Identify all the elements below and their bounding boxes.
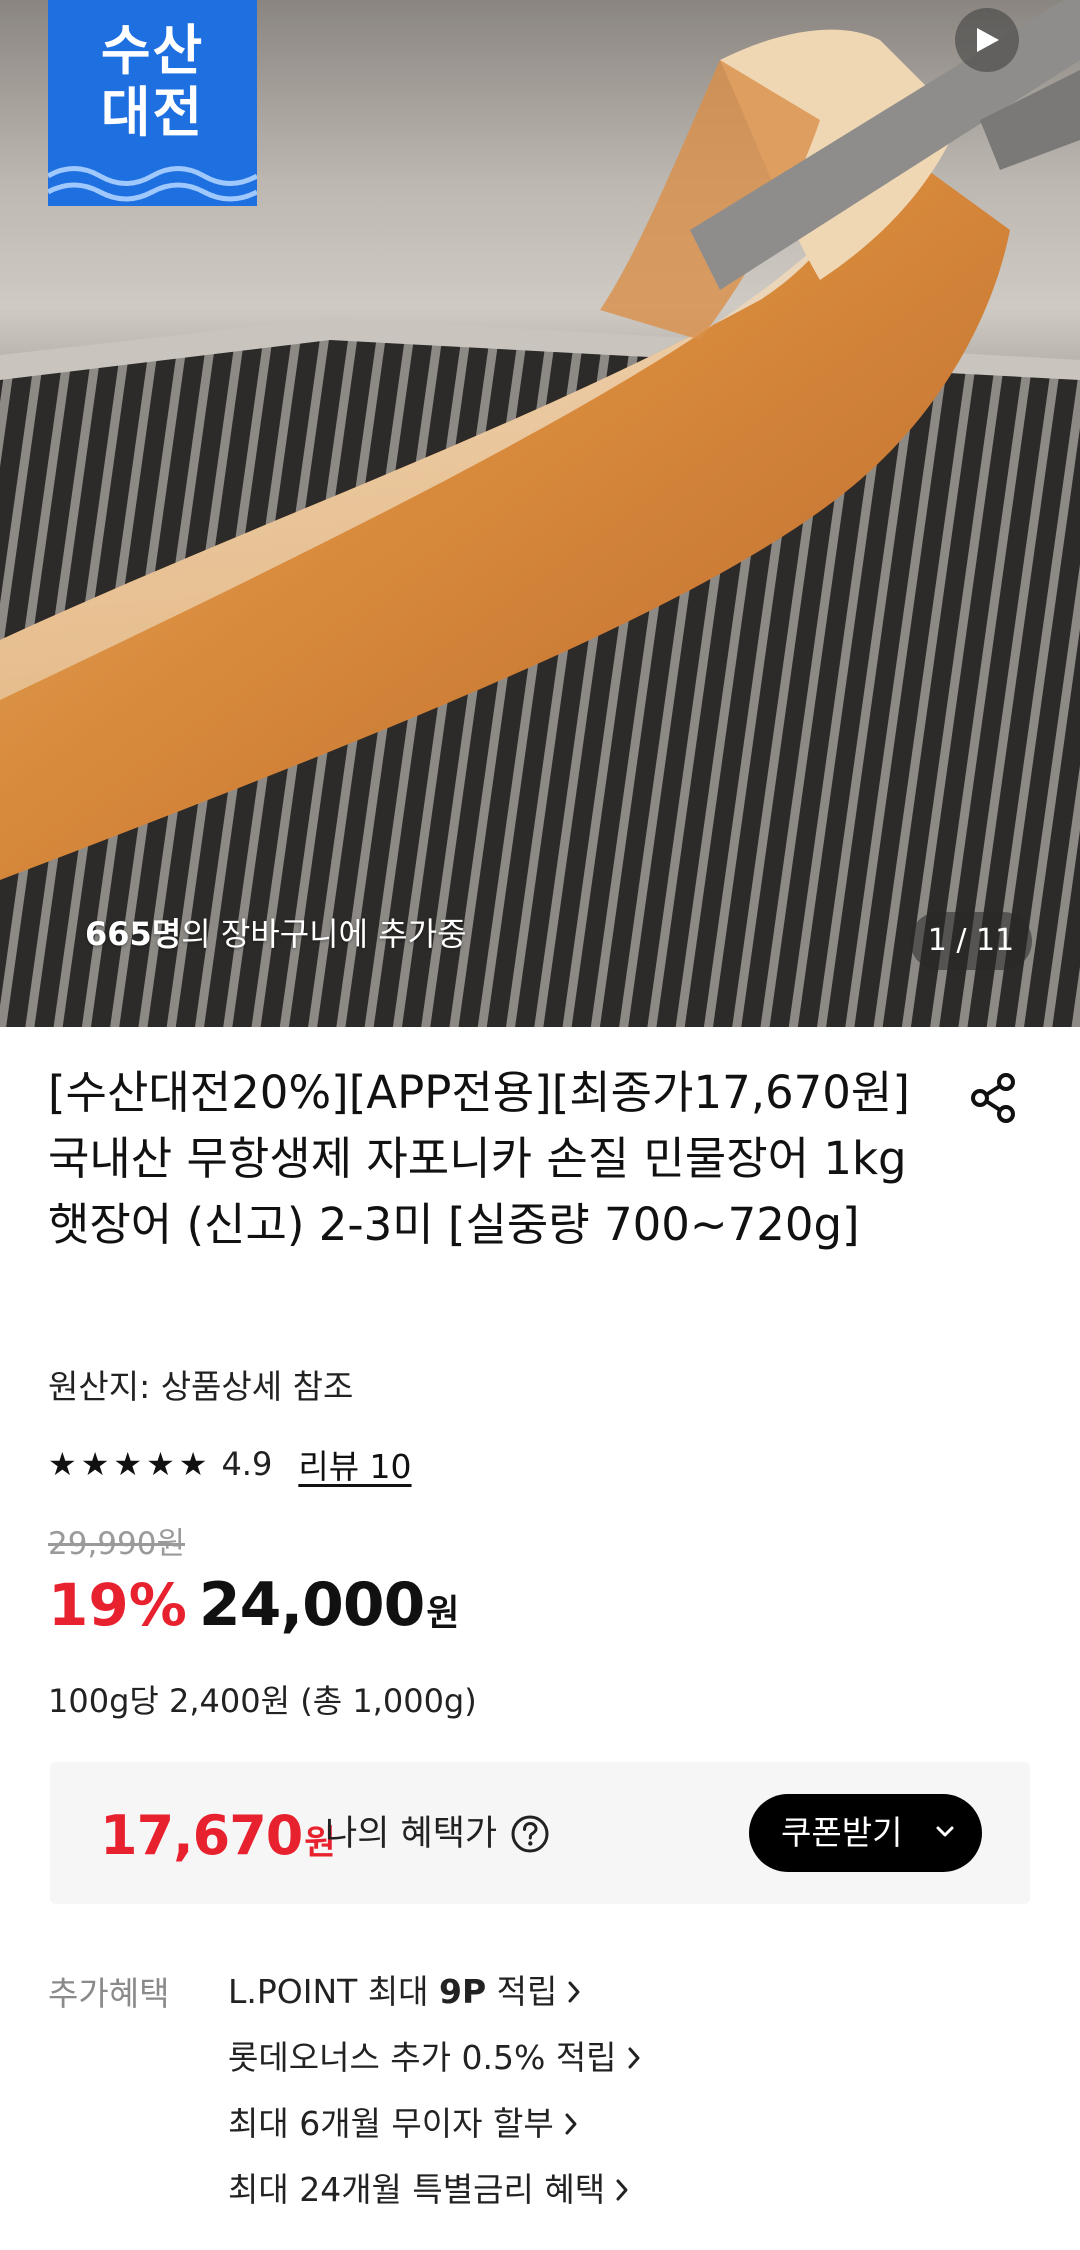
star-icon: ★: [48, 1445, 77, 1483]
play-icon: [977, 28, 999, 52]
share-icon[interactable]: [964, 1068, 1024, 1128]
unit-price: 100g당 2,400원 (총 1,000g): [48, 1682, 477, 1720]
price-row: 19% 24,000 원: [48, 1570, 460, 1640]
star-icon: ★: [80, 1445, 110, 1483]
extra-benefit-text: 적립: [486, 1972, 558, 2011]
chevron-right-icon: [568, 1981, 580, 2003]
chevron-right-icon: [616, 2179, 628, 2201]
extra-benefit-special-rate[interactable]: 최대 24개월 특별금리 혜택: [228, 2168, 641, 2234]
video-play-button[interactable]: [955, 8, 1019, 72]
discount-rate: 19%: [48, 1571, 187, 1639]
extra-benefits-list: L.POINT 최대 9P 적립 롯데오너스 추가 0.5% 적립 최대 6개월…: [228, 1970, 641, 2234]
sale-price: 24,000: [198, 1570, 426, 1640]
extra-benefit-text: 롯데오너스 추가 0.5% 적립: [228, 2038, 617, 2077]
star-icon: ★: [178, 1445, 208, 1483]
question-icon[interactable]: [510, 1814, 550, 1854]
origin-info: 원산지: 상품상세 참조: [48, 1367, 354, 1406]
original-price: 29,990원: [48, 1526, 185, 1562]
extra-benefit-text: 최대 6개월 무이자 할부: [228, 2104, 554, 2143]
product-image-carousel[interactable]: 수산 대전 665명의 장바구니에 추가중 1 / 11: [0, 0, 1080, 1027]
image-pager: 1 / 11: [910, 912, 1032, 970]
wave-icon: [48, 166, 257, 202]
rating-score: 4.9: [221, 1445, 273, 1483]
benefit-price-box: 17,670 원 나의 혜택가 쿠폰받기: [50, 1762, 1030, 1904]
extra-benefit-lpoint[interactable]: L.POINT 최대 9P 적립: [228, 1970, 641, 2036]
price-unit: 원: [426, 1593, 460, 1634]
product-title: [수산대전20%][APP전용][최종가17,670원]국내산 무항생제 자포니…: [48, 1066, 910, 1251]
chevron-right-icon: [628, 2047, 640, 2069]
extra-benefits-label: 추가혜택: [48, 1974, 170, 2013]
chevron-down-icon: [936, 1826, 954, 1837]
star-rating: ★ ★ ★ ★ ★: [48, 1442, 207, 1486]
cart-count-suffix: 의 장바구니에 추가중: [181, 915, 467, 953]
star-icon: ★: [146, 1445, 175, 1483]
extra-benefit-bold: 9P: [439, 1972, 487, 2011]
coupon-button[interactable]: 쿠폰받기: [749, 1794, 982, 1872]
seafood-fair-badge: 수산 대전: [48, 0, 257, 206]
benefit-price-value: 17,670: [100, 1804, 303, 1867]
extra-benefit-text: 최대 24개월 특별금리 혜택: [228, 2170, 606, 2209]
extra-benefit-lotte-owners[interactable]: 롯데오너스 추가 0.5% 적립: [228, 2036, 641, 2102]
review-link[interactable]: 리뷰 10: [298, 1440, 411, 1488]
badge-text: 수산 대전: [100, 19, 205, 144]
cart-count-overlay: 665명의 장바구니에 추가중: [85, 912, 467, 956]
rating-row: ★ ★ ★ ★ ★ 4.9 리뷰 10: [48, 1442, 412, 1486]
coupon-button-label: 쿠폰받기: [781, 1813, 903, 1852]
benefit-label: 나의 혜택가: [325, 1814, 498, 1854]
extra-benefit-text: L.POINT 최대: [228, 1972, 440, 2011]
star-icon: ★: [113, 1445, 143, 1483]
extra-benefit-installment[interactable]: 최대 6개월 무이자 할부: [228, 2102, 641, 2168]
chevron-right-icon: [565, 2113, 577, 2135]
cart-count-number: 665명: [85, 915, 182, 953]
benefit-price: 17,670 원: [100, 1804, 336, 1867]
